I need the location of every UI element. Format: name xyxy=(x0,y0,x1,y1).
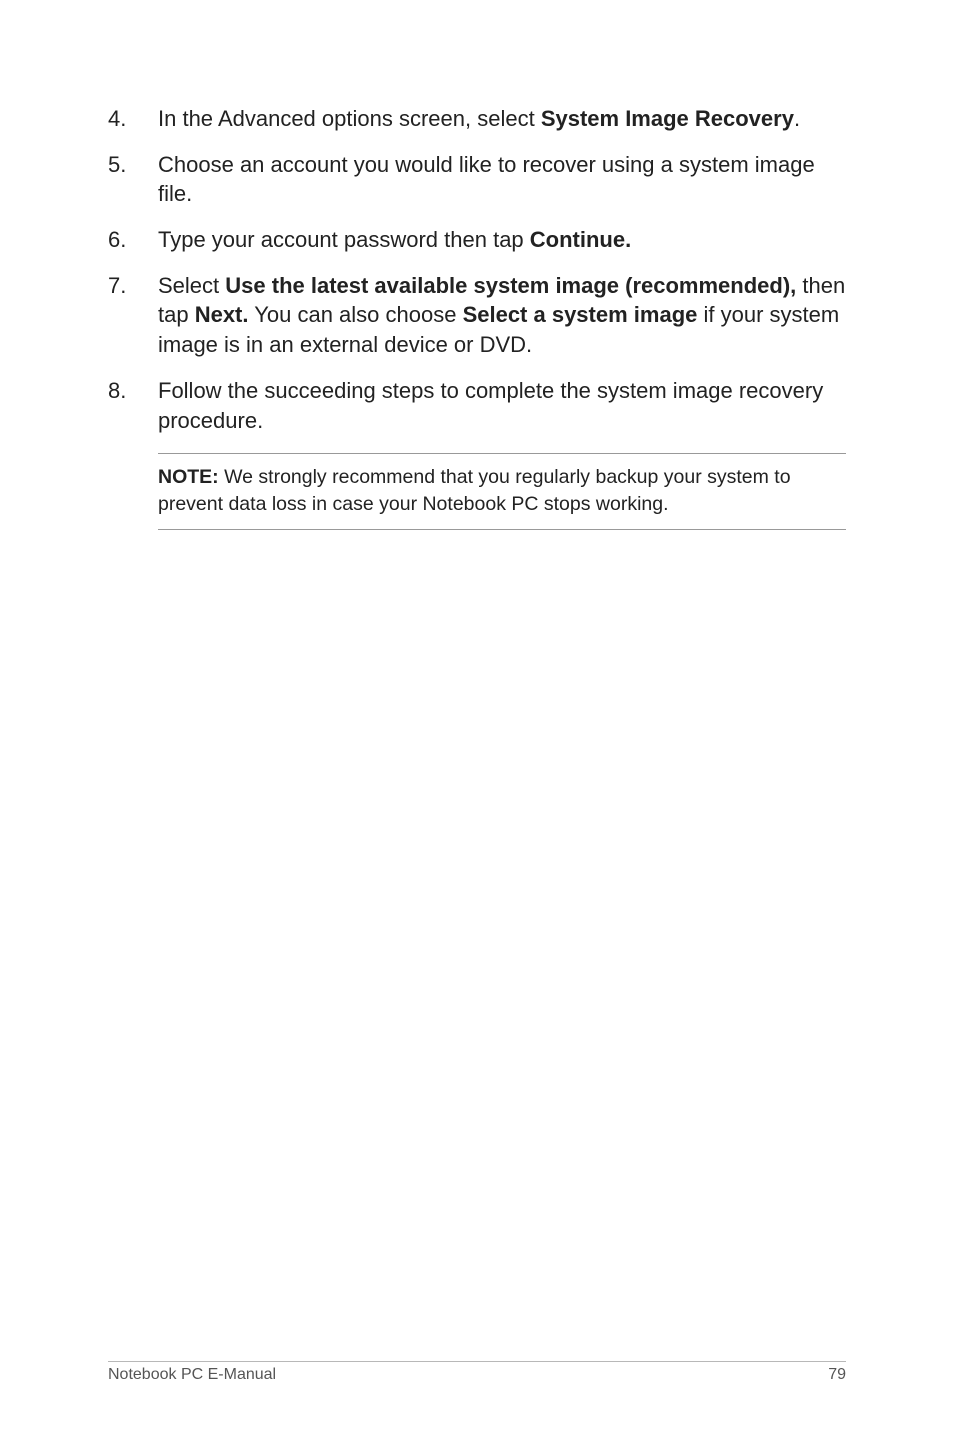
text-segment: In the Advanced options screen, select xyxy=(158,106,541,131)
list-number: 6. xyxy=(108,225,158,255)
list-number: 4. xyxy=(108,104,158,134)
text-segment: Type your account password then tap xyxy=(158,227,530,252)
footer-title: Notebook PC E-Manual xyxy=(108,1366,276,1384)
text-segment: Choose an account you would like to reco… xyxy=(158,152,815,207)
list-text: Select Use the latest available system i… xyxy=(158,271,846,360)
text-segment: Follow the succeeding steps to complete … xyxy=(158,378,823,433)
page-content: 4. In the Advanced options screen, selec… xyxy=(0,0,954,530)
bold-segment: Continue. xyxy=(530,227,631,252)
note-label: NOTE: xyxy=(158,466,219,488)
list-number: 7. xyxy=(108,271,158,360)
page-footer: Notebook PC E-Manual 79 xyxy=(108,1361,846,1384)
list-number: 8. xyxy=(108,376,158,435)
list-item-7: 7. Select Use the latest available syste… xyxy=(108,271,846,360)
list-item-4: 4. In the Advanced options screen, selec… xyxy=(108,104,846,134)
list-number: 5. xyxy=(108,150,158,209)
list-item-5: 5. Choose an account you would like to r… xyxy=(108,150,846,209)
text-segment: You can also choose xyxy=(249,302,463,327)
text-segment: . xyxy=(794,106,800,131)
list-item-6: 6. Type your account password then tap C… xyxy=(108,225,846,255)
note-body: We strongly recommend that you regularly… xyxy=(158,466,791,514)
bold-segment: Use the latest available system image (r… xyxy=(225,273,796,298)
note-text: NOTE: We strongly recommend that you reg… xyxy=(158,464,846,517)
list-item-8: 8. Follow the succeeding steps to comple… xyxy=(108,376,846,435)
text-segment: Select xyxy=(158,273,225,298)
list-text: Choose an account you would like to reco… xyxy=(158,150,846,209)
list-text: Follow the succeeding steps to complete … xyxy=(158,376,846,435)
bold-segment: Select a system image xyxy=(463,302,698,327)
note-box: NOTE: We strongly recommend that you reg… xyxy=(158,453,846,530)
footer-page-number: 79 xyxy=(828,1366,846,1384)
bold-segment: System Image Recovery xyxy=(541,106,794,131)
list-text: In the Advanced options screen, select S… xyxy=(158,104,846,134)
bold-segment: Next. xyxy=(195,302,249,327)
list-text: Type your account password then tap Cont… xyxy=(158,225,846,255)
